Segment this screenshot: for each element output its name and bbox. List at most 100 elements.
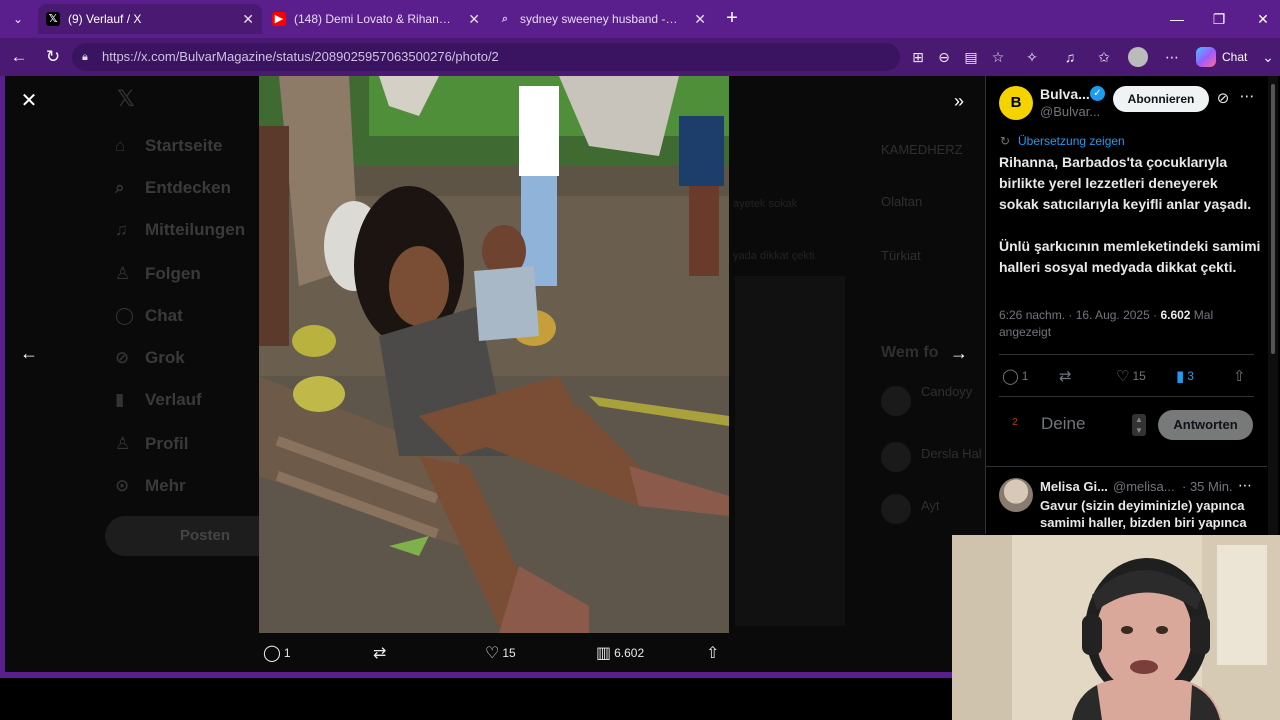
bg-avatar	[881, 386, 911, 416]
reader-view-icon[interactable]: ▤	[961, 47, 981, 67]
bookmark-icon: ▮	[1176, 367, 1185, 385]
collapse-panel-chevrons-icon[interactable]: »	[946, 90, 972, 112]
bg-nav-item: ♙ Folgen	[115, 264, 201, 283]
translate-icon: ↻	[1000, 134, 1011, 148]
bg-text: ayetek sokak	[733, 198, 798, 210]
favorites-icon[interactable]: ✩	[1094, 47, 1114, 67]
close-tab-icon[interactable]: ✕	[242, 4, 254, 34]
reply-bubble-icon: ◯	[263, 644, 281, 662]
share-icon: ⇧	[1233, 367, 1246, 385]
author-name[interactable]: Bulva...	[1040, 86, 1090, 102]
repost-icon: ⇄	[1059, 367, 1072, 385]
reload-icon[interactable]: ↻	[40, 45, 66, 69]
reply-button[interactable]: ◯ 1	[263, 640, 291, 666]
comment-author-name[interactable]: Melisa Gi...	[1040, 479, 1108, 494]
bg-text: Dersla Hal	[921, 446, 982, 461]
extensions-icon[interactable]: ✧	[1022, 47, 1042, 67]
reply-bubble-icon: ◯	[1002, 367, 1019, 385]
like-stat[interactable]: ♡ 15	[1116, 366, 1146, 386]
browser-tab-strip: ⌄ 𝕏 (9) Verlauf / X ✕ ▶ (148) Demi Lovat…	[0, 0, 1280, 38]
new-tab-plus-icon[interactable]: +	[720, 6, 744, 30]
heart-icon: ♡	[1116, 367, 1130, 385]
divider	[986, 466, 1267, 467]
bookmark-stat[interactable]: ▮ 3	[1176, 366, 1194, 386]
chevron-down-icon[interactable]: ⌄	[1258, 47, 1278, 67]
bg-nav-item: ♫ Mitteilungen	[115, 220, 246, 239]
comment-avatar[interactable]	[999, 478, 1033, 512]
repost-button[interactable]: ⇄	[373, 640, 389, 666]
more-menu-icon[interactable]: ⋯	[1162, 47, 1182, 67]
tab-youtube[interactable]: ▶ (148) Demi Lovato & Rihanna - Sta ✕	[264, 4, 488, 34]
restore-icon[interactable]: ❐	[1204, 8, 1234, 30]
reply-input[interactable]: Deine	[1041, 414, 1085, 434]
close-window-icon[interactable]: ✕	[1248, 8, 1278, 30]
bg-text: Olaltan	[881, 194, 923, 209]
tab-list-chevron-icon[interactable]: ⌄	[6, 8, 30, 30]
close-tab-icon[interactable]: ✕	[468, 4, 480, 34]
tweet-timestamp[interactable]: 6:26 nachm. · 16. Aug. 2025 ·	[999, 308, 1160, 322]
previous-photo-arrow-icon[interactable]: ←	[18, 342, 40, 364]
profile-avatar-icon[interactable]	[1128, 47, 1148, 67]
comment-author-handle[interactable]: @melisa...	[1113, 479, 1175, 494]
site-info-icon[interactable]: 🔒︎	[82, 49, 96, 65]
show-translation-link[interactable]: Übersetzung zeigen	[1018, 134, 1125, 148]
author-handle[interactable]: @Bulvar...	[1040, 104, 1100, 119]
share-stat[interactable]: ⇧	[1233, 366, 1249, 386]
tweet-photo[interactable]	[259, 76, 729, 633]
tweet-text: Rihanna, Barbados'ta çocuklarıyla birlik…	[999, 152, 1261, 299]
window-border	[0, 76, 5, 676]
tab-x-verlauf[interactable]: 𝕏 (9) Verlauf / X ✕	[38, 4, 262, 34]
favorite-star-icon[interactable]: ☆	[988, 47, 1008, 67]
bg-nav-item: ▮ Verlauf	[115, 390, 202, 409]
reply-submit-button[interactable]: Antworten	[1158, 410, 1253, 440]
tweet-paragraph: Ünlü şarkıcının memleketindeki samimi ha…	[999, 238, 1261, 275]
repost-stat[interactable]: ⇄	[1059, 366, 1075, 386]
bg-text: yada dikkat çekti.	[733, 250, 818, 262]
reply-stat[interactable]: ◯ 1	[1002, 366, 1028, 386]
bg-nav-item: ⌂ Startseite	[115, 136, 223, 155]
chat-label: Chat	[1222, 50, 1248, 64]
tweet-meta: 6:26 nachm. · 16. Aug. 2025 · 6.602 Mal …	[999, 307, 1261, 341]
tweet-paragraph: Rihanna, Barbados'ta çocuklarıyla birlik…	[999, 154, 1252, 212]
address-bar[interactable]: 🔒︎ https://x.com/BulvarMagazine/status/2…	[72, 43, 900, 71]
tab-search[interactable]: ⌕ sydney sweeney husband - Suche ✕	[490, 4, 714, 34]
bg-avatar	[881, 442, 911, 472]
minimize-icon[interactable]: —	[1162, 8, 1192, 30]
next-photo-arrow-icon[interactable]: →	[948, 342, 970, 364]
more-options-icon[interactable]: ⋯	[1238, 477, 1252, 494]
grok-icon[interactable]: ⊘	[1214, 89, 1232, 109]
panel-scroll-thumb[interactable]	[1271, 84, 1275, 354]
tweet-views-count: 6.602	[1160, 308, 1191, 322]
views-button[interactable]: ▥ 6.602	[596, 640, 644, 666]
photo-action-bar: ◯ 1 ⇄ ♡ 15 ▥ 6.602 ⇧	[259, 640, 729, 666]
tweet-detail-panel: B Bulva... ✓ @Bulvar... Abonnieren ⊘ ⋯ ↻…	[985, 76, 1267, 534]
x-logo-icon: 𝕏	[117, 86, 135, 111]
bg-nav-item: ⌕ Entdecken	[115, 178, 231, 197]
app-available-icon[interactable]: ⊞	[908, 47, 928, 67]
bg-text: Ayt	[921, 498, 940, 513]
copilot-chat-button[interactable]: Chat	[1196, 45, 1247, 69]
share-button[interactable]: ⇧	[706, 640, 722, 666]
bg-text: Türkiat	[881, 248, 921, 263]
tab-title: sydney sweeney husband - Suche	[520, 12, 680, 26]
zoom-icon[interactable]: ⊖	[934, 47, 954, 67]
author-avatar[interactable]: B	[999, 86, 1033, 120]
close-tab-icon[interactable]: ✕	[694, 4, 706, 34]
close-photo-icon[interactable]: ✕	[18, 90, 40, 112]
back-arrow-icon[interactable]: ←	[6, 45, 32, 69]
bg-text: Candoyy	[921, 384, 973, 399]
split-screen-icon[interactable]: ♫	[1060, 47, 1080, 67]
bg-avatar	[881, 494, 911, 524]
comment-time[interactable]: · 35 Min.	[1182, 479, 1233, 494]
like-button[interactable]: ♡ 15	[485, 640, 516, 666]
youtube-logo-icon: ▶	[272, 12, 286, 26]
repost-icon: ⇄	[373, 644, 387, 662]
bg-nav-item: ⊘ Grok	[115, 348, 185, 367]
verified-badge-icon: ✓	[1090, 86, 1105, 101]
url-text[interactable]: https://x.com/BulvarMagazine/status/2089…	[102, 43, 499, 71]
more-options-icon[interactable]: ⋯	[1238, 87, 1256, 107]
reply-scroll-stepper[interactable]: ▲ ▼	[1132, 414, 1146, 436]
bg-nav-item: ◯ Chat	[115, 306, 183, 325]
follow-button[interactable]: Abonnieren	[1113, 86, 1209, 112]
share-icon: ⇧	[706, 644, 720, 662]
